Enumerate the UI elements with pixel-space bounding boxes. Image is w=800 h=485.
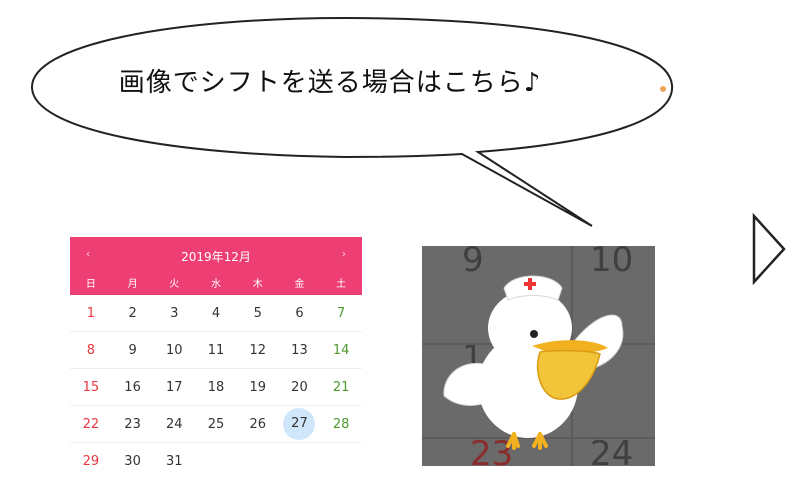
calendar-day-number: 13	[291, 342, 308, 358]
decorative-dot	[660, 86, 666, 92]
weekday-label: 火	[169, 279, 180, 290]
calendar-day-cell[interactable]: 25	[195, 406, 237, 442]
calendar-day-cell[interactable]: 14	[320, 332, 362, 368]
calendar-day-cell[interactable]: 15	[70, 369, 112, 405]
bubble-text: 画像でシフトを送る場合はこちら♪	[118, 68, 542, 98]
weekday-row: 日 月 火 水 木 金 土	[70, 275, 362, 295]
calendar-week-row: 22 23 24 25 26 27 28	[70, 406, 362, 443]
calendar-day-cell[interactable]: 11	[195, 332, 237, 368]
pelican-image[interactable]: 9 10 1 23 24	[422, 246, 655, 466]
calendar-day-cell[interactable]: 8	[70, 332, 112, 368]
weekday-label: 木	[252, 279, 263, 290]
calendar-day-number: 6	[295, 305, 304, 321]
calendar-day-number: 30	[124, 453, 141, 469]
calendar-day-cell[interactable]: 1	[70, 295, 112, 331]
speech-bubble	[30, 16, 674, 227]
calendar-day-cell[interactable]: 12	[237, 332, 279, 368]
weekday-label: 水	[211, 279, 222, 290]
calendar-day-number: 25	[207, 416, 225, 432]
pelican-nurse-icon	[422, 246, 655, 466]
calendar-day-cell[interactable]: 22	[70, 406, 112, 442]
calendar-day-number: 2	[128, 305, 137, 321]
calendar-day-number: 22	[82, 416, 100, 432]
calendar-week-row: 8 9 10 11 12 13 14	[70, 332, 362, 369]
calendar-day-cell[interactable]: 19	[237, 369, 279, 405]
calendar-day-number: 15	[82, 379, 100, 395]
calendar-week-row: 15 16 17 18 19 20 21	[70, 369, 362, 406]
calendar-day-cell[interactable]: 18	[195, 369, 237, 405]
calendar-day-cell[interactable]: 29	[70, 443, 112, 479]
calendar-day-cell[interactable]: 13	[279, 332, 321, 368]
calendar-day-cell[interactable]: 16	[112, 369, 154, 405]
calendar-day-number: 5	[253, 305, 262, 321]
calendar-day-cell[interactable]: 24	[153, 406, 195, 442]
weekday-label: 金	[294, 279, 305, 290]
calendar-day-cell	[195, 443, 237, 479]
calendar-month-title: 2019年12月	[181, 249, 251, 264]
calendar-day-cell[interactable]: 3	[153, 295, 195, 331]
calendar-day-number: 9	[128, 342, 137, 358]
weekday-label: 日	[85, 279, 96, 290]
calendar-day-cell[interactable]: 5	[237, 295, 279, 331]
calendar-day-cell[interactable]: 30	[112, 443, 154, 479]
calendar-day-cell	[237, 443, 279, 479]
calendar-day-cell[interactable]: 7	[320, 295, 362, 331]
calendar-day-number: 3	[170, 305, 179, 321]
calendar-day-number: 23	[124, 416, 141, 432]
calendar-day-cell[interactable]: 26	[237, 406, 279, 442]
calendar-day-number: 20	[291, 379, 308, 395]
calendar-day-number: 28	[332, 416, 350, 432]
calendar-week-row: 29 30 31	[70, 443, 362, 479]
calendar-day-cell[interactable]: 4	[195, 295, 237, 331]
calendar-day-cell	[320, 443, 362, 479]
calendar-day-cell[interactable]: 9	[112, 332, 154, 368]
calendar-header: ‹ 2019年12月 ›	[70, 237, 362, 275]
calendar-grid: 1 2 3 4 5 6 7 8 9 10 11 12 13 14 15 16 17 18 19 20 21 22 23 24 2…	[70, 295, 362, 479]
calendar-day-number: 7	[337, 305, 346, 321]
weekday-label: 土	[336, 279, 347, 290]
calendar-day-cell[interactable]: 20	[279, 369, 321, 405]
calendar: ‹ 2019年12月 › 日 月 火 水 木 金 土 1 2 3 4 5 6 7 8 9 10 11…	[70, 237, 362, 477]
next-arrow-icon[interactable]	[748, 212, 788, 286]
calendar-day-cell[interactable]: 10	[153, 332, 195, 368]
calendar-day-number: 24	[166, 416, 183, 432]
prev-month-button[interactable]: ‹	[86, 249, 90, 260]
calendar-day-number: 12	[249, 342, 266, 358]
calendar-day-number: 26	[249, 416, 266, 432]
calendar-day-cell[interactable]: 31	[153, 443, 195, 479]
calendar-day-cell[interactable]: 21	[320, 369, 362, 405]
calendar-day-number: 21	[332, 379, 350, 395]
weekday-label: 月	[127, 279, 138, 290]
calendar-day-cell[interactable]: 2	[112, 295, 154, 331]
calendar-week-row: 1 2 3 4 5 6 7	[70, 295, 362, 332]
calendar-day-cell[interactable]: 6	[279, 295, 321, 331]
calendar-day-number: 19	[249, 379, 266, 395]
calendar-day-number: 29	[82, 453, 100, 469]
calendar-day-number: 8	[86, 342, 95, 358]
calendar-day-cell	[279, 443, 321, 479]
calendar-day-cell[interactable]: 27	[279, 406, 321, 442]
calendar-day-number: 31	[166, 453, 183, 469]
calendar-day-number: 27	[283, 408, 316, 440]
calendar-day-number: 17	[166, 379, 183, 395]
calendar-day-number: 14	[332, 342, 350, 358]
next-month-button[interactable]: ›	[342, 249, 346, 260]
calendar-day-number: 10	[166, 342, 183, 358]
calendar-day-cell[interactable]: 17	[153, 369, 195, 405]
calendar-day-cell[interactable]: 23	[112, 406, 154, 442]
calendar-day-cell[interactable]: 28	[320, 406, 362, 442]
calendar-day-number: 18	[207, 379, 225, 395]
calendar-day-number: 1	[86, 305, 95, 321]
calendar-day-number: 4	[211, 305, 221, 321]
calendar-day-number: 11	[207, 342, 225, 358]
calendar-day-number: 16	[124, 379, 141, 395]
